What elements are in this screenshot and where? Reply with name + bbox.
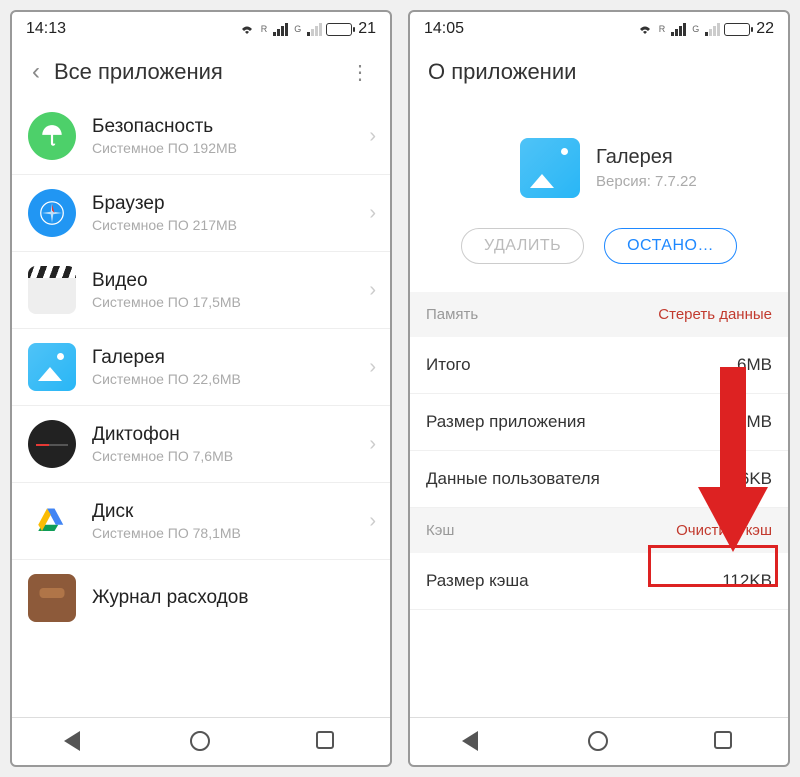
status-time: 14:05: [424, 20, 464, 38]
phone-left: 14:13 R G 21 ‹ Все приложения ⋮ Безопасн…: [10, 10, 392, 767]
gallery-icon: [28, 343, 76, 391]
memory-label: Память: [426, 306, 478, 323]
app-sub: Системное ПО 78,1MB: [92, 525, 369, 541]
app-sub: Системное ПО 192MB: [92, 140, 369, 156]
signal-weak-icon: [705, 23, 720, 36]
memory-userdata-row: Данные пользователя 96KB: [410, 451, 788, 508]
battery-pct: 21: [358, 20, 376, 38]
app-name: Безопасность: [92, 116, 369, 138]
row-value: 6MB: [737, 355, 772, 375]
row-label: Размер приложения: [426, 412, 586, 432]
force-stop-button[interactable]: ОСТАНО…: [604, 228, 737, 264]
chevron-right-icon: ›: [369, 279, 376, 302]
app-name: Браузер: [92, 193, 369, 215]
chevron-right-icon: ›: [369, 433, 376, 456]
header: ‹ Все приложения ⋮: [12, 46, 390, 98]
clear-cache-button[interactable]: Очистить кэш: [676, 522, 772, 539]
row-label: Данные пользователя: [426, 469, 600, 489]
app-sub: Системное ПО 217MB: [92, 217, 369, 233]
app-name: Диск: [92, 501, 369, 523]
compass-icon: [28, 189, 76, 237]
status-right: R G 22: [637, 20, 774, 38]
app-version: Версия: 7.7.22: [596, 173, 697, 190]
row-label: Размер кэша: [426, 571, 529, 591]
nav-back-button[interactable]: [462, 731, 484, 753]
app-row-drive[interactable]: Диск Системное ПО 78,1MB ›: [12, 483, 390, 560]
app-row-browser[interactable]: Браузер Системное ПО 217MB ›: [12, 175, 390, 252]
status-bar: 14:13 R G 21: [12, 12, 390, 46]
wifi-icon: [239, 23, 255, 35]
status-time: 14:13: [26, 20, 66, 38]
app-row-expenses[interactable]: Журнал расходов: [12, 560, 390, 636]
app-row-gallery[interactable]: Галерея Системное ПО 22,6MB ›: [12, 329, 390, 406]
memory-total-row: Итого 6MB: [410, 337, 788, 394]
app-row-video[interactable]: Видео Системное ПО 17,5MB ›: [12, 252, 390, 329]
google-drive-icon: [28, 497, 76, 545]
network-g-label: G: [692, 24, 699, 34]
umbrella-icon: [28, 112, 76, 160]
app-row-security[interactable]: Безопасность Системное ПО 192MB ›: [12, 98, 390, 175]
app-sub: Системное ПО 7,6MB: [92, 448, 369, 464]
memory-appsize-row: Размер приложения MB: [410, 394, 788, 451]
wifi-icon: [637, 23, 653, 35]
memory-section-header: Память Стереть данные: [410, 292, 788, 337]
app-title: Галерея: [596, 146, 697, 169]
row-value: MB: [747, 412, 773, 432]
app-name: Журнал расходов: [92, 587, 376, 609]
app-name: Видео: [92, 270, 369, 292]
nav-bar: [410, 717, 788, 765]
network-g-label: G: [294, 24, 301, 34]
network-r-label: R: [261, 24, 268, 34]
nav-home-button[interactable]: [588, 731, 610, 753]
clapperboard-icon: [28, 266, 76, 314]
app-hero: Галерея Версия: 7.7.22: [410, 98, 788, 222]
signal-icon: [671, 23, 686, 36]
nav-recent-button[interactable]: [714, 731, 736, 753]
cache-label: Кэш: [426, 522, 454, 539]
uninstall-button[interactable]: УДАЛИТЬ: [461, 228, 584, 264]
more-icon[interactable]: ⋮: [342, 52, 378, 93]
gallery-icon: [520, 138, 580, 198]
phone-right: 14:05 R G 22 О приложении Галерея Версия…: [408, 10, 790, 767]
row-value: 96KB: [730, 469, 772, 489]
nav-bar: [12, 717, 390, 765]
chevron-right-icon: ›: [369, 356, 376, 379]
page-title: О приложении: [428, 59, 776, 85]
battery-icon: [326, 23, 352, 36]
app-name: Галерея: [92, 347, 369, 369]
chevron-right-icon: ›: [369, 510, 376, 533]
row-value: 112KB: [722, 571, 772, 591]
status-right: R G 21: [239, 20, 376, 38]
app-sub: Системное ПО 22,6MB: [92, 371, 369, 387]
app-info-content[interactable]: Галерея Версия: 7.7.22 УДАЛИТЬ ОСТАНО… П…: [410, 98, 788, 717]
nav-recent-button[interactable]: [316, 731, 338, 753]
row-label: Итого: [426, 355, 471, 375]
cache-size-row: Размер кэша 112KB: [410, 553, 788, 610]
signal-icon: [273, 23, 288, 36]
header: О приложении: [410, 46, 788, 98]
button-row: УДАЛИТЬ ОСТАНО…: [410, 222, 788, 292]
battery-icon: [724, 23, 750, 36]
app-row-dictaphone[interactable]: Диктофон Системное ПО 7,6MB ›: [12, 406, 390, 483]
clear-data-button[interactable]: Стереть данные: [658, 306, 772, 323]
chevron-right-icon: ›: [369, 125, 376, 148]
page-title: Все приложения: [54, 59, 342, 85]
app-sub: Системное ПО 17,5MB: [92, 294, 369, 310]
app-name: Диктофон: [92, 424, 369, 446]
cache-section-header: Кэш Очистить кэш: [410, 508, 788, 553]
voice-recorder-icon: [28, 420, 76, 468]
status-bar: 14:05 R G 22: [410, 12, 788, 46]
app-list[interactable]: Безопасность Системное ПО 192MB › Браузе…: [12, 98, 390, 717]
network-r-label: R: [659, 24, 666, 34]
battery-pct: 22: [756, 20, 774, 38]
wallet-icon: [28, 574, 76, 622]
chevron-right-icon: ›: [369, 202, 376, 225]
back-button[interactable]: ‹: [24, 50, 48, 94]
signal-weak-icon: [307, 23, 322, 36]
nav-home-button[interactable]: [190, 731, 212, 753]
nav-back-button[interactable]: [64, 731, 86, 753]
